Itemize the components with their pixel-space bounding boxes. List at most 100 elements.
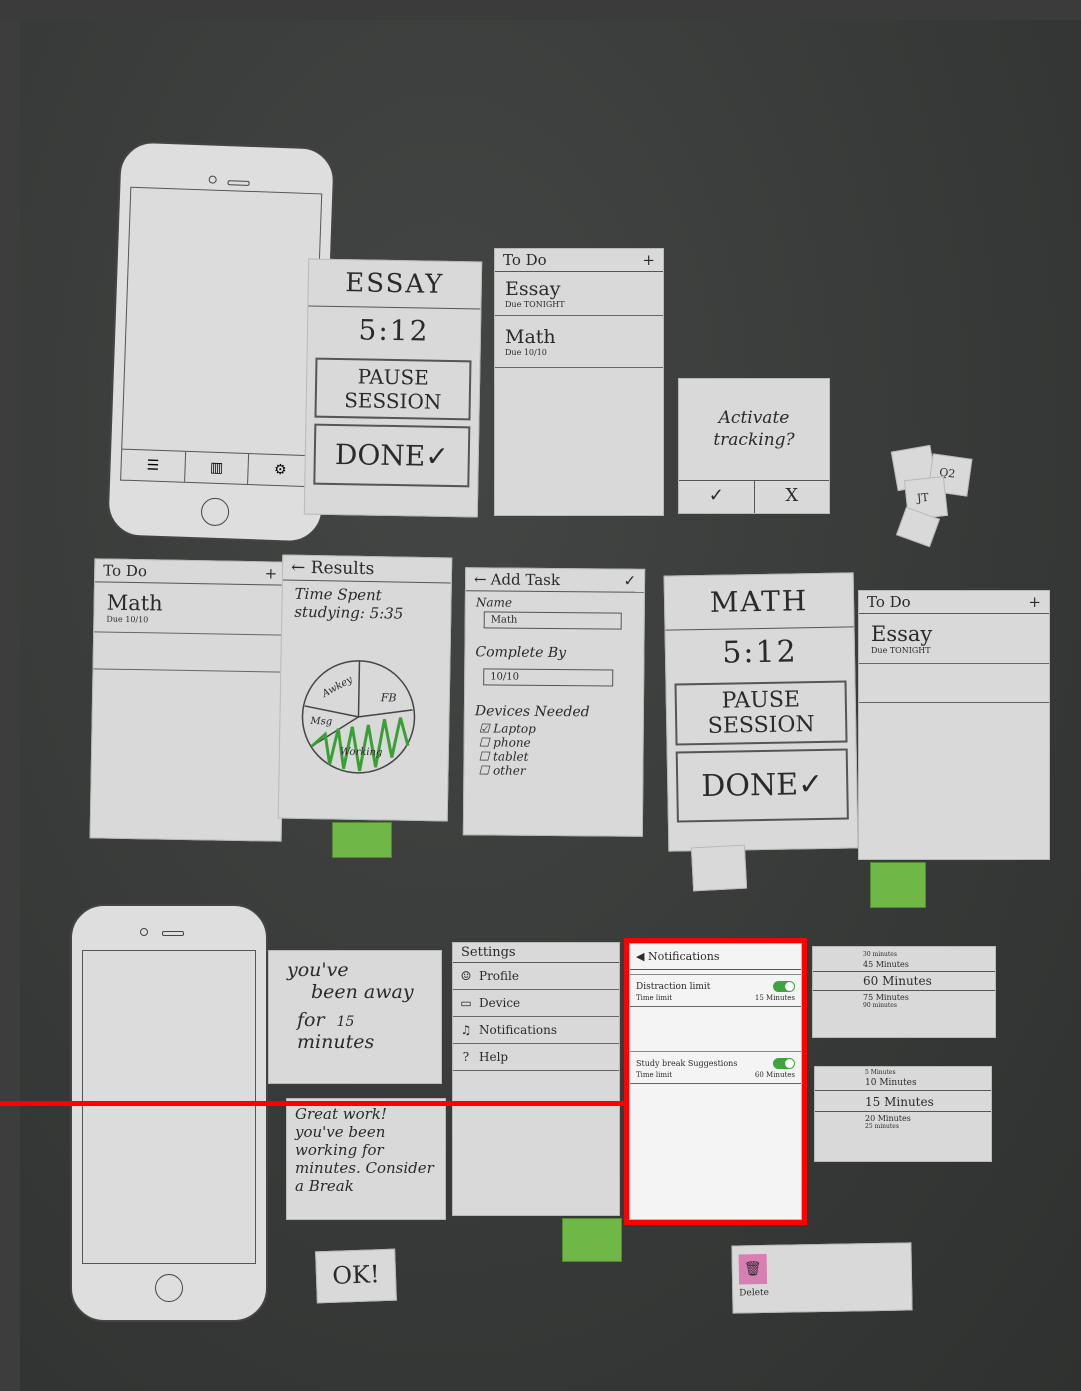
picker-option[interactable]: 20 Minutes	[815, 1112, 991, 1123]
bell-icon: ♫	[460, 1023, 472, 1037]
no-button[interactable]: X	[755, 481, 830, 513]
task-due: Due 10/10	[106, 614, 149, 625]
checklist-tab-icon[interactable]	[870, 862, 926, 908]
gear-icon[interactable]: ⚙	[248, 454, 312, 486]
name-label: Name	[475, 595, 513, 610]
list-item[interactable]	[93, 632, 285, 673]
list-item[interactable]: Essay Due TONIGHT	[859, 614, 1049, 664]
device-option[interactable]: ☑ Laptop	[465, 721, 643, 737]
task-due: Due 10/10	[505, 348, 547, 357]
complete-by-field[interactable]: 10/10	[483, 668, 614, 687]
add-button[interactable]: +	[1028, 593, 1041, 611]
settings-item-label: Profile	[479, 969, 519, 983]
phone-frame-top: ☰ ▥ ⚙	[106, 140, 336, 544]
back-arrow-icon[interactable]: ←	[474, 570, 487, 588]
results-card: ← Results Time Spent studying: 5:35 Awke…	[277, 554, 453, 822]
confirm-check-icon[interactable]: ✓	[623, 572, 636, 590]
todo-header: To Do +	[495, 249, 663, 272]
task-name: Math	[106, 590, 163, 616]
task-name: Essay	[505, 278, 561, 300]
task-name: Essay	[871, 622, 933, 646]
pause-button[interactable]: PAUSE SESSION	[674, 680, 848, 746]
delete-button[interactable]: 🗑	[738, 1253, 768, 1285]
list-item[interactable]	[859, 664, 1049, 703]
settings-item-notifications[interactable]: ♫ Notifications	[453, 1017, 619, 1044]
settings-item-help[interactable]: ? Help	[453, 1044, 619, 1071]
math-timer-card: MATH 5:12 PAUSE SESSION DONE✓	[663, 572, 859, 852]
help-icon: ?	[462, 1050, 470, 1064]
connector-line	[0, 1101, 627, 1106]
list-item[interactable]: Essay Due TONIGHT	[495, 272, 663, 316]
delete-strip: 🗑 Delete	[731, 1242, 913, 1314]
checklist-tab-icon[interactable]	[690, 844, 748, 892]
picker-option-selected[interactable]: 60 Minutes	[813, 971, 995, 991]
left-border	[0, 20, 20, 1391]
timer-title: MATH	[664, 573, 854, 631]
chart-tab-icon[interactable]	[332, 822, 392, 858]
device-option[interactable]: ☐ tablet	[464, 749, 642, 765]
device-option[interactable]: ☐ other	[464, 763, 642, 779]
pie-chart	[301, 660, 416, 774]
add-task-header: ← Add Task ✓	[465, 568, 645, 593]
away-line: minutes	[297, 1031, 375, 1053]
time-picker-card: 5 Minutes 10 Minutes 15 Minutes 20 Minut…	[814, 1066, 992, 1162]
back-arrow-icon[interactable]: ←	[291, 558, 306, 578]
camera-icon	[208, 175, 217, 184]
devices-label: Devices Needed	[474, 703, 590, 721]
results-title: Results	[310, 558, 375, 580]
time-spent-label: Time Spent	[294, 584, 382, 605]
away-for: for	[297, 1009, 325, 1031]
picker-option[interactable]: 90 minutes	[813, 1002, 995, 1009]
yes-button[interactable]: ✓	[679, 481, 755, 513]
home-button[interactable]	[200, 497, 230, 527]
trash-icon: 🗑	[743, 1261, 762, 1278]
home-button[interactable]	[155, 1274, 183, 1302]
break-suggestion-card: Great work! you've been working for minu…	[286, 1098, 446, 1220]
ok-button[interactable]: OK!	[315, 1248, 397, 1304]
away-line: you've	[287, 959, 349, 981]
todo-card-3: To Do + Essay Due TONIGHT	[858, 590, 1050, 860]
picker-option[interactable]: 75 Minutes	[813, 991, 995, 1002]
picker-option-selected[interactable]: 15 Minutes	[815, 1090, 991, 1112]
todo-card-2: To Do + Math Due 10/10	[89, 558, 287, 842]
camera-icon	[140, 928, 148, 936]
picker-option[interactable]: 10 Minutes	[815, 1076, 991, 1090]
add-button[interactable]: +	[642, 251, 655, 269]
pause-button[interactable]: PAUSE SESSION	[314, 357, 472, 421]
settings-item-device[interactable]: ▭ Device	[453, 990, 619, 1017]
speaker-icon	[162, 931, 184, 936]
picker-option[interactable]: 25 minutes	[815, 1123, 991, 1130]
phone-screen: ☰ ▥ ⚙	[120, 186, 323, 488]
phone-screen	[82, 950, 256, 1264]
gear-tab-icon[interactable]	[562, 1218, 622, 1262]
name-field[interactable]: Math	[483, 611, 622, 630]
add-button[interactable]: +	[264, 564, 277, 582]
chart-icon[interactable]: ▥	[184, 451, 250, 485]
todo-title: To Do	[103, 561, 148, 581]
settings-card: Settings ☺ Profile ▭ Device ♫ Notifications…	[452, 942, 620, 1216]
essay-timer-card: ESSAY 5:12 PAUSE SESSION DONE✓	[303, 258, 483, 518]
list-item[interactable]: Math Due 10/10	[94, 582, 286, 636]
add-task-card: ← Add Task ✓ Name Math Complete By 10/10…	[462, 567, 646, 837]
done-button[interactable]: DONE✓	[675, 748, 849, 823]
picker-option[interactable]: 45 Minutes	[813, 958, 995, 971]
checklist-icon[interactable]: ☰	[121, 449, 186, 482]
person-icon: ☺	[460, 969, 472, 983]
timer-title: ESSAY	[308, 259, 482, 310]
activate-tracking-card: Activate tracking? ✓ X	[678, 378, 830, 514]
list-item[interactable]: Math Due 10/10	[495, 316, 663, 368]
picker-option[interactable]: 5 Minutes	[815, 1067, 991, 1076]
done-button[interactable]: DONE✓	[313, 423, 471, 488]
todo-card-1: To Do + Essay Due TONIGHT Math Due 10/10	[494, 248, 664, 516]
ok-label: OK!	[331, 1260, 381, 1290]
task-name: Math	[505, 326, 556, 348]
prompt-text: Activate tracking?	[713, 408, 795, 450]
task-due: Due TONIGHT	[505, 300, 565, 309]
settings-item-label: Notifications	[479, 1023, 558, 1037]
laptop-icon: ▭	[460, 996, 472, 1010]
device-option[interactable]: ☐ phone	[465, 735, 643, 751]
answer-row: ✓ X	[679, 480, 829, 513]
todo-title: To Do	[867, 593, 911, 611]
picker-option[interactable]: 30 minutes	[813, 947, 995, 958]
settings-item-profile[interactable]: ☺ Profile	[453, 963, 619, 990]
